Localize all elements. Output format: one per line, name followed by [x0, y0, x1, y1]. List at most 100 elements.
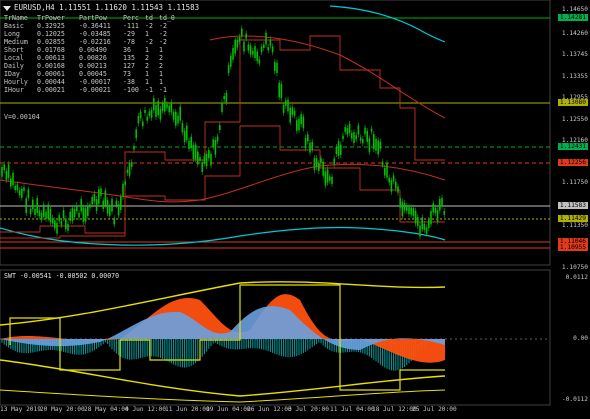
candle-body: [69, 211, 71, 221]
table-row: Medium 0.02855 -0.02216 -78 -2 -2: [4, 38, 179, 46]
candle-body: [91, 197, 93, 205]
candle-body: [399, 198, 401, 208]
time-label: 18 Jul 12:00: [372, 406, 417, 413]
candle-body: [232, 47, 234, 60]
candle-body: [280, 83, 283, 99]
candle-body: [302, 116, 305, 129]
candle-body: [60, 221, 63, 226]
candle-body: [434, 207, 437, 214]
table-cell: -2: [159, 38, 167, 46]
price-axis[interactable]: 1.14650 1.14260 1.13745 1.13355 1.12955 1.125…: [550, 0, 590, 419]
time-label: 13 May 2019: [0, 406, 41, 413]
candle-body: [150, 109, 153, 118]
candle-body: [34, 208, 36, 216]
candle-body: [1, 166, 3, 177]
candle-body: [278, 82, 280, 98]
chart-title: EURUSD,H4 1.11551 1.11620 1.11543 1.1158…: [3, 3, 199, 12]
oscillator-scale-label: -0.0112: [561, 396, 588, 403]
candle-body: [318, 163, 320, 171]
candle-body: [258, 59, 261, 64]
table-cell: 0.32925: [37, 22, 65, 30]
table-row: Long 0.12025 -0.03485 -29 1 -2: [4, 30, 179, 38]
price-label: 1.13745: [561, 51, 588, 58]
candle-body: [221, 102, 223, 112]
candle-body: [254, 46, 256, 59]
candle-body: [419, 225, 421, 237]
candle-body: [71, 208, 74, 222]
candle-body: [439, 198, 441, 211]
candle-body: [117, 204, 120, 216]
candle-body: [410, 207, 412, 215]
candle-body: [148, 111, 151, 116]
candle-body: [219, 125, 221, 131]
candle-body: [113, 218, 115, 225]
osc-upper-envelope: [0, 281, 446, 326]
candle-body: [192, 144, 195, 159]
table-cell: -38: [123, 78, 135, 86]
candle-body: [260, 46, 263, 53]
red-ma-2: [209, 35, 446, 119]
candle-body: [190, 136, 192, 149]
candle-body: [315, 157, 318, 168]
candle-body: [54, 220, 56, 229]
time-axis[interactable]: 13 May 2019 20 May 20:00 28 May 04:00 4 Jun…: [0, 406, 550, 419]
candle-body: [216, 136, 219, 142]
trend-power-table: TrName TrPower PartPow Perc td td_0 Basi…: [4, 14, 179, 94]
table-cell: 1: [145, 46, 149, 54]
candle-body: [153, 98, 155, 111]
table-cell: 0.00045: [79, 70, 107, 78]
table-cell: -0.00017: [79, 78, 111, 86]
candle-body: [298, 118, 300, 131]
table-header-cell: td_0: [159, 14, 175, 22]
candle-body: [84, 208, 87, 222]
cyan-ma-upper: [329, 5, 446, 43]
table-cell: 73: [123, 70, 131, 78]
table-cell: -1: [159, 86, 167, 94]
candle-body: [201, 162, 203, 172]
candle-body: [155, 105, 157, 118]
candle-body: [23, 187, 25, 191]
candle-body: [144, 109, 146, 113]
candle-body: [73, 209, 76, 218]
price-level-tag: 1.12431: [557, 143, 588, 150]
candle-body: [45, 211, 47, 219]
price-label: 1.14650: [561, 6, 588, 13]
candle-body: [441, 197, 443, 207]
candle-body: [436, 210, 439, 222]
table-cell: -0.36411: [79, 22, 111, 30]
table-cell: 36: [123, 46, 131, 54]
candle-body: [355, 135, 357, 140]
table-cell: IDay: [4, 70, 20, 78]
candle-body: [197, 151, 199, 165]
candle-body: [370, 128, 373, 132]
table-cell: 0.00826: [79, 54, 107, 62]
candle-body: [139, 111, 142, 119]
candle-body: [137, 115, 140, 124]
swt-oscillator: [0, 281, 446, 403]
candle-body: [27, 189, 30, 198]
candle-body: [256, 51, 258, 62]
candle-body: [263, 44, 265, 48]
candle-body: [146, 116, 148, 121]
candle-body: [311, 141, 313, 150]
candle-body: [100, 188, 102, 196]
price-level-tag: 1.11583: [557, 202, 588, 209]
chart-window[interactable]: EURUSD,H4 1.11551 1.11620 1.11543 1.1158…: [0, 0, 590, 419]
table-row: Daily 0.00168 0.00213 127 2 2: [4, 62, 179, 70]
collapse-arrow-icon[interactable]: [3, 5, 11, 11]
table-header-cell: TrName: [4, 14, 28, 22]
candle-body: [223, 95, 225, 100]
table-cell: 0.00213: [79, 62, 107, 70]
time-label: 28 May 04:00: [84, 406, 129, 413]
candle-body: [406, 206, 408, 211]
candle-body: [423, 223, 426, 230]
candle-body: [205, 153, 208, 167]
candle-body: [164, 98, 166, 112]
table-cell: 0.00044: [37, 78, 65, 86]
price-level-tag: 1.13080: [557, 99, 588, 106]
time-label: 11 Jul 04:00: [330, 406, 375, 413]
candle-body: [417, 216, 419, 227]
candle-body: [304, 138, 307, 149]
candle-body: [82, 207, 85, 223]
candle-body: [225, 92, 228, 103]
